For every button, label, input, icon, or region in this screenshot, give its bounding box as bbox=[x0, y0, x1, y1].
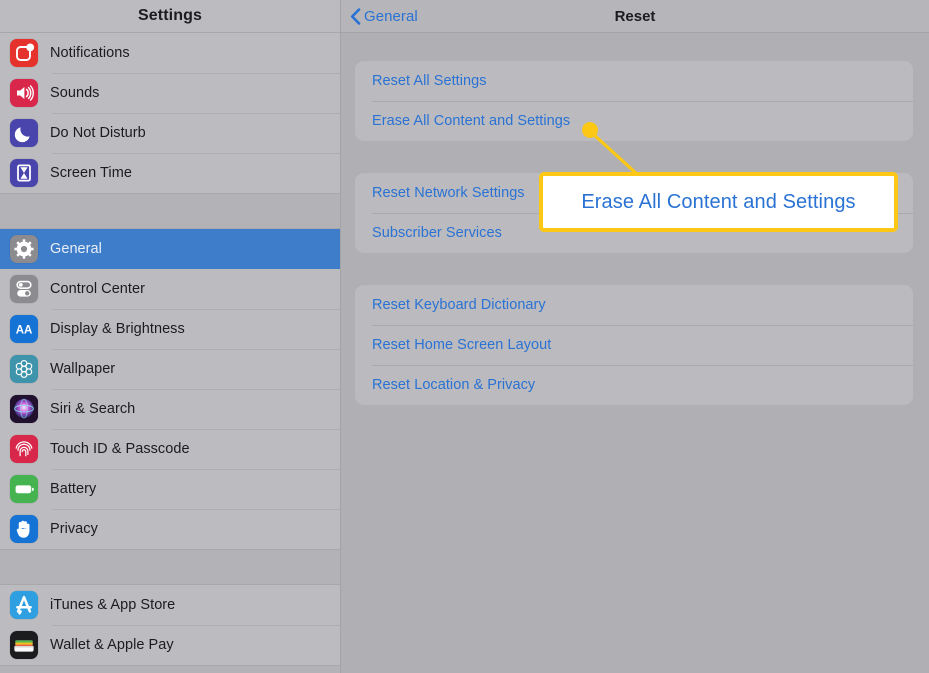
sidebar-item-siri-search[interactable]: Siri & Search bbox=[0, 389, 340, 429]
display-brightness-icon: AA bbox=[10, 315, 38, 343]
sidebar-item-label: Siri & Search bbox=[50, 401, 136, 417]
sidebar-item-label: Control Center bbox=[50, 281, 145, 297]
reset-row-label: Reset Location & Privacy bbox=[372, 377, 536, 393]
screen-time-icon bbox=[10, 159, 38, 187]
sidebar-item-label: iTunes & App Store bbox=[50, 597, 176, 613]
back-button[interactable]: General bbox=[350, 8, 418, 25]
sidebar-item-wallpaper[interactable]: Wallpaper bbox=[0, 349, 340, 389]
reset-group: Reset Keyboard Dictionary Reset Home Scre… bbox=[355, 285, 913, 405]
reset-row-label: Reset Keyboard Dictionary bbox=[372, 297, 546, 313]
navigation-bar: General Reset bbox=[341, 0, 929, 33]
sidebar-item-label: Wallpaper bbox=[50, 361, 116, 377]
sidebar-item-label: Display & Brightness bbox=[50, 321, 185, 337]
reset-row-label: Erase All Content and Settings bbox=[372, 113, 571, 129]
wallpaper-icon bbox=[10, 355, 38, 383]
ipad-settings-screen: Settings Notifications Sounds Do Not Distu… bbox=[0, 0, 929, 673]
reset-row-erase-all-content-and-settings[interactable]: Erase All Content and Settings bbox=[355, 101, 913, 141]
sidebar-group-separator bbox=[0, 549, 340, 585]
settings-sidebar: Settings Notifications Sounds Do Not Distu… bbox=[0, 0, 341, 673]
control-center-icon bbox=[10, 275, 38, 303]
sidebar-item-general[interactable]: General bbox=[0, 229, 340, 269]
reset-row-reset-all-settings[interactable]: Reset All Settings bbox=[355, 61, 913, 101]
sidebar-item-label: Privacy bbox=[50, 521, 98, 537]
sidebar-item-battery[interactable]: Battery bbox=[0, 469, 340, 509]
notifications-icon bbox=[10, 39, 38, 67]
sidebar-item-do-not-disturb[interactable]: Do Not Disturb bbox=[0, 113, 340, 153]
detail-pane: General Reset Reset All Settings Erase Al… bbox=[341, 0, 929, 673]
sidebar-item-privacy[interactable]: Privacy bbox=[0, 509, 340, 549]
sidebar-group: iTunes & App Store Wallet & Apple Pay bbox=[0, 585, 340, 665]
sidebar-group: Notifications Sounds Do Not Disturb Screen … bbox=[0, 33, 340, 193]
chevron-left-icon bbox=[350, 7, 364, 25]
svg-text:AA: AA bbox=[16, 325, 33, 337]
sidebar-item-screen-time[interactable]: Screen Time bbox=[0, 153, 340, 193]
sidebar-item-label: Do Not Disturb bbox=[50, 125, 146, 141]
sidebar-item-display-brightness[interactable]: AA Display & Brightness bbox=[0, 309, 340, 349]
sidebar-title: Settings bbox=[138, 7, 202, 24]
sidebar-item-label: Screen Time bbox=[50, 165, 132, 181]
reset-row-label: Reset Home Screen Layout bbox=[372, 337, 552, 353]
page-title: Reset bbox=[614, 7, 656, 25]
sidebar-item-label: General bbox=[50, 241, 102, 257]
touch-id-icon bbox=[10, 435, 38, 463]
back-button-label: General bbox=[364, 7, 418, 25]
sidebar-group: General Control Center AA Display & Brightn… bbox=[0, 229, 340, 549]
reset-row-reset-keyboard-dictionary[interactable]: Reset Keyboard Dictionary bbox=[355, 285, 913, 325]
reset-group: Reset All Settings Erase All Content and … bbox=[355, 61, 913, 141]
siri-search-icon bbox=[10, 395, 38, 423]
sidebar-item-sounds[interactable]: Sounds bbox=[0, 73, 340, 113]
battery-icon bbox=[10, 475, 38, 503]
sidebar-group-separator bbox=[0, 193, 340, 229]
sidebar-item-label: Touch ID & Passcode bbox=[50, 441, 190, 457]
reset-row-reset-home-screen-layout[interactable]: Reset Home Screen Layout bbox=[355, 325, 913, 365]
sidebar-item-label: Sounds bbox=[50, 85, 100, 101]
wallet-icon bbox=[10, 631, 38, 659]
sidebar-item-wallet-apple-pay[interactable]: Wallet & Apple Pay bbox=[0, 625, 340, 665]
annotation-callout: Erase All Content and Settings bbox=[539, 172, 898, 232]
sidebar-group-separator bbox=[0, 665, 340, 673]
do-not-disturb-icon bbox=[10, 119, 38, 147]
sidebar-item-label: Notifications bbox=[50, 45, 130, 61]
reset-row-label: Reset All Settings bbox=[372, 73, 487, 89]
sidebar-item-control-center[interactable]: Control Center bbox=[0, 269, 340, 309]
sidebar-item-itunes-app-store[interactable]: iTunes & App Store bbox=[0, 585, 340, 625]
app-store-icon bbox=[10, 591, 38, 619]
annotation-callout-label: Erase All Content and Settings bbox=[581, 190, 856, 213]
sidebar-item-label: Wallet & Apple Pay bbox=[50, 637, 174, 653]
privacy-icon bbox=[10, 515, 38, 543]
gear-icon bbox=[10, 235, 38, 263]
reset-row-label: Subscriber Services bbox=[372, 225, 502, 241]
reset-row-reset-location-privacy[interactable]: Reset Location & Privacy bbox=[355, 365, 913, 405]
sidebar-item-touch-id-passcode[interactable]: Touch ID & Passcode bbox=[0, 429, 340, 469]
sidebar-item-notifications[interactable]: Notifications bbox=[0, 33, 340, 73]
sidebar-item-label: Battery bbox=[50, 481, 97, 497]
sounds-icon bbox=[10, 79, 38, 107]
sidebar-header: Settings bbox=[0, 0, 340, 33]
reset-row-label: Reset Network Settings bbox=[372, 185, 525, 201]
